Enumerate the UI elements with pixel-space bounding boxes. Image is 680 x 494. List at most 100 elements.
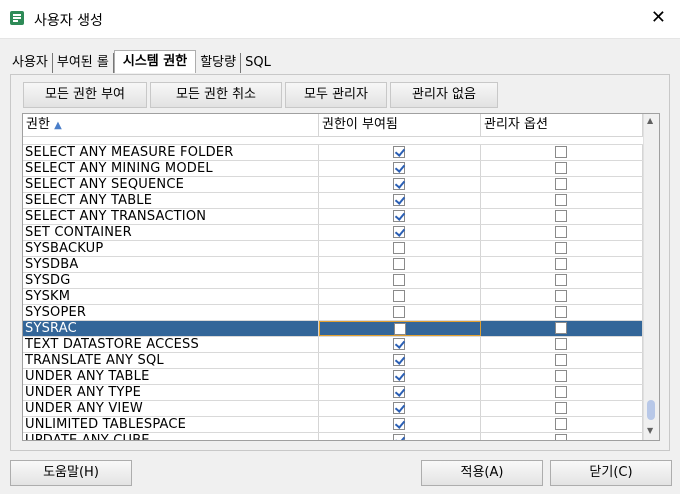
table-row[interactable]: SYSRAC bbox=[23, 321, 643, 337]
vertical-scrollbar[interactable]: ▲ ▼ bbox=[643, 114, 659, 440]
granted-checkbox[interactable] bbox=[394, 323, 406, 335]
table-row[interactable]: SYSOPER bbox=[23, 305, 643, 321]
privilege-name: SYSDG bbox=[23, 273, 319, 288]
admin-option-checkbox[interactable] bbox=[555, 162, 567, 174]
column-header-granted[interactable]: 권한이 부여됨 bbox=[319, 114, 481, 136]
grant-all-button[interactable]: 모든 권한 부여 bbox=[23, 82, 147, 108]
privilege-name: UNDER ANY TABLE bbox=[23, 369, 319, 384]
table-row[interactable]: TRANSLATE ANY SQL bbox=[23, 353, 643, 369]
table-row[interactable]: SELECT ANY SEQUENCE bbox=[23, 177, 643, 193]
tab-3[interactable]: 할당량 bbox=[196, 53, 242, 73]
admin-option-cell bbox=[481, 385, 643, 400]
apply-button[interactable]: 적용(A) bbox=[421, 460, 543, 486]
granted-checkbox[interactable] bbox=[393, 242, 405, 254]
table-row[interactable]: SET CONTAINER bbox=[23, 225, 643, 241]
admin-option-cell bbox=[481, 417, 643, 432]
admin-option-cell bbox=[481, 305, 643, 320]
no-admin-button[interactable]: 관리자 없음 bbox=[390, 82, 498, 108]
all-admin-button[interactable]: 모두 관리자 bbox=[285, 82, 387, 108]
admin-option-checkbox[interactable] bbox=[555, 402, 567, 414]
admin-option-checkbox[interactable] bbox=[555, 258, 567, 270]
tab-2[interactable]: 시스템 권한 bbox=[113, 50, 197, 73]
granted-checkbox[interactable] bbox=[393, 306, 405, 318]
granted-checkbox[interactable] bbox=[393, 370, 405, 382]
granted-checkbox[interactable] bbox=[393, 258, 405, 270]
granted-checkbox[interactable] bbox=[393, 194, 405, 206]
granted-checkbox[interactable] bbox=[393, 178, 405, 190]
granted-checkbox[interactable] bbox=[393, 290, 405, 302]
scroll-up-icon[interactable]: ▲ bbox=[647, 116, 653, 125]
table-row[interactable] bbox=[23, 137, 643, 145]
admin-option-checkbox[interactable] bbox=[555, 306, 567, 318]
table-row[interactable]: SELECT ANY MINING MODEL bbox=[23, 161, 643, 177]
admin-option-cell bbox=[481, 257, 643, 272]
table-row[interactable]: SELECT ANY TRANSACTION bbox=[23, 209, 643, 225]
table-row[interactable]: SYSDG bbox=[23, 273, 643, 289]
revoke-all-button[interactable]: 모든 권한 취소 bbox=[150, 82, 282, 108]
granted-cell bbox=[319, 305, 481, 320]
admin-option-checkbox[interactable] bbox=[555, 354, 567, 366]
column-header-privilege[interactable]: 권한 ▲ bbox=[23, 114, 319, 136]
granted-checkbox[interactable] bbox=[393, 226, 405, 238]
table-row[interactable]: SYSBACKUP bbox=[23, 241, 643, 257]
granted-cell bbox=[319, 145, 481, 160]
admin-option-checkbox[interactable] bbox=[555, 322, 567, 334]
granted-checkbox[interactable] bbox=[393, 162, 405, 174]
table-row[interactable]: SELECT ANY MEASURE FOLDER bbox=[23, 145, 643, 161]
admin-option-checkbox[interactable] bbox=[555, 226, 567, 238]
admin-option-cell bbox=[481, 161, 643, 176]
granted-checkbox[interactable] bbox=[393, 146, 405, 158]
admin-option-checkbox[interactable] bbox=[555, 210, 567, 222]
granted-checkbox[interactable] bbox=[393, 418, 405, 430]
privilege-name: TRANSLATE ANY SQL bbox=[23, 353, 319, 368]
privilege-name: SELECT ANY TABLE bbox=[23, 193, 319, 208]
scroll-thumb[interactable] bbox=[647, 400, 655, 420]
tab-0[interactable]: 사용자 bbox=[8, 53, 53, 73]
admin-option-checkbox[interactable] bbox=[555, 386, 567, 398]
table-row[interactable]: UNDER ANY TABLE bbox=[23, 369, 643, 385]
privilege-name: SELECT ANY TRANSACTION bbox=[23, 209, 319, 224]
granted-checkbox[interactable] bbox=[393, 386, 405, 398]
granted-cell bbox=[319, 353, 481, 368]
admin-option-checkbox[interactable] bbox=[555, 194, 567, 206]
admin-option-checkbox[interactable] bbox=[555, 274, 567, 286]
admin-option-checkbox[interactable] bbox=[555, 290, 567, 302]
close-icon[interactable]: ✕ bbox=[651, 8, 666, 28]
scroll-down-icon[interactable]: ▼ bbox=[647, 426, 653, 435]
table-row[interactable]: UNLIMITED TABLESPACE bbox=[23, 417, 643, 433]
granted-checkbox[interactable] bbox=[393, 338, 405, 350]
admin-option-checkbox[interactable] bbox=[555, 146, 567, 158]
tab-4[interactable]: SQL bbox=[241, 53, 275, 73]
tab-strip: 사용자 부여된 롤 시스템 권한 할당량 SQL bbox=[8, 50, 275, 73]
granted-checkbox[interactable] bbox=[393, 434, 405, 440]
admin-option-checkbox[interactable] bbox=[555, 370, 567, 382]
granted-checkbox[interactable] bbox=[393, 274, 405, 286]
privilege-name: SYSRAC bbox=[23, 321, 319, 336]
granted-checkbox[interactable] bbox=[393, 354, 405, 366]
privilege-name: SYSOPER bbox=[23, 305, 319, 320]
admin-option-cell bbox=[481, 145, 643, 160]
table-row[interactable]: UPDATE ANY CUBE bbox=[23, 433, 643, 440]
close-button[interactable]: 닫기(C) bbox=[550, 460, 672, 486]
privilege-name: SYSKM bbox=[23, 289, 319, 304]
column-header-admin-option[interactable]: 관리자 옵션 bbox=[481, 114, 643, 136]
admin-option-checkbox[interactable] bbox=[555, 418, 567, 430]
help-button[interactable]: 도움말(H) bbox=[10, 460, 132, 486]
granted-checkbox[interactable] bbox=[393, 402, 405, 414]
admin-option-cell bbox=[481, 209, 643, 224]
tab-1[interactable]: 부여된 롤 bbox=[53, 53, 114, 73]
table-row[interactable]: SYSKM bbox=[23, 289, 643, 305]
table-row[interactable]: SYSDBA bbox=[23, 257, 643, 273]
admin-option-checkbox[interactable] bbox=[555, 434, 567, 440]
admin-option-checkbox[interactable] bbox=[555, 338, 567, 350]
granted-checkbox[interactable] bbox=[393, 210, 405, 222]
admin-option-cell bbox=[481, 337, 643, 352]
table-row[interactable]: UNDER ANY VIEW bbox=[23, 401, 643, 417]
table-row[interactable]: SELECT ANY TABLE bbox=[23, 193, 643, 209]
table-row[interactable]: UNDER ANY TYPE bbox=[23, 385, 643, 401]
privileges-panel: 모든 권한 부여 모든 권한 취소 모두 관리자 관리자 없음 권한 ▲ 권한이… bbox=[10, 74, 670, 451]
table-row[interactable]: TEXT DATASTORE ACCESS bbox=[23, 337, 643, 353]
admin-option-checkbox[interactable] bbox=[555, 242, 567, 254]
granted-cell bbox=[319, 161, 481, 176]
admin-option-checkbox[interactable] bbox=[555, 178, 567, 190]
